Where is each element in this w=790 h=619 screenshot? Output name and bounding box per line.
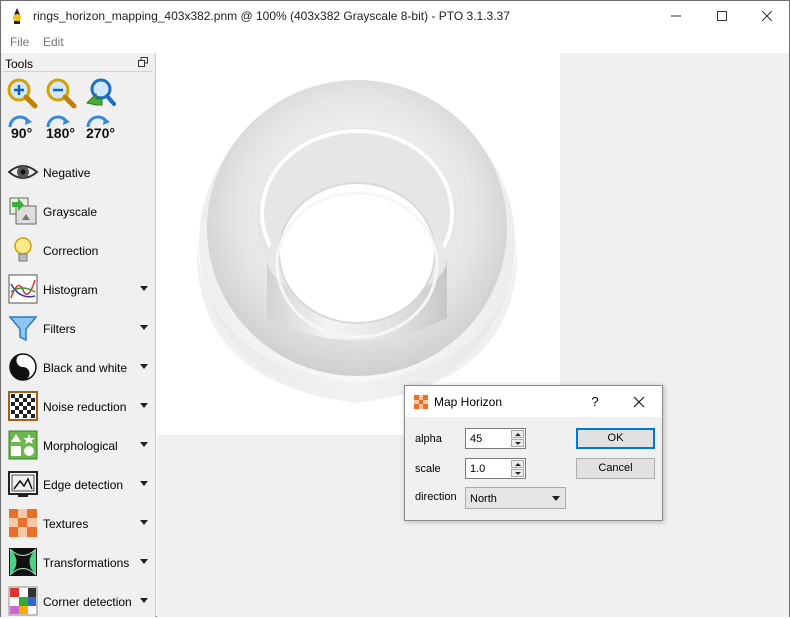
direction-value: North	[470, 493, 497, 505]
alpha-decrement-button[interactable]	[511, 439, 524, 447]
tool-label: Histogram	[43, 283, 98, 297]
cancel-button[interactable]: Cancel	[576, 458, 655, 479]
rotate-90-label: 90°	[11, 125, 33, 141]
app-icon	[13, 8, 21, 24]
scale-spin-buttons	[511, 460, 524, 477]
tool-negative[interactable]: Negative	[6, 156, 154, 190]
ok-button[interactable]: OK	[576, 428, 655, 449]
tool-label: Correction	[43, 244, 99, 258]
tool-black-and-white[interactable]: Black and white	[6, 351, 154, 385]
rings-image	[157, 53, 560, 435]
shapes-icon	[8, 430, 38, 460]
rotate-90-icon[interactable]: 90°	[6, 115, 38, 147]
scale-spinbox[interactable]: 1.0	[465, 458, 526, 479]
alpha-increment-button[interactable]	[511, 430, 524, 438]
dialog-title: Map Horizon	[434, 395, 503, 409]
tool-label: Filters	[43, 322, 76, 336]
map-horizon-dialog: Map Horizon ? alpha 45 scale 1.0 directi…	[404, 385, 663, 521]
tool-label: Grayscale	[43, 205, 98, 219]
tool-transformations[interactable]: Transformations	[6, 546, 154, 580]
zoom-fit-icon[interactable]	[84, 77, 116, 109]
tool-label: Morphological	[43, 439, 118, 453]
histogram-icon	[8, 274, 38, 304]
rotate-180-icon[interactable]: 180°	[44, 115, 78, 147]
funnel-icon	[8, 316, 38, 342]
tools-panel: Tools 90° 180° 270° Negative Grayscale C…	[1, 53, 156, 617]
expand-arrow-icon[interactable]	[140, 559, 148, 564]
window-title: rings_horizon_mapping_403x382.pnm @ 100%…	[33, 9, 510, 23]
transform-icon	[9, 548, 37, 576]
lightbulb-icon	[14, 237, 32, 262]
alpha-spinbox[interactable]: 45	[465, 428, 526, 449]
minimize-icon	[671, 15, 681, 17]
tool-label: Negative	[43, 166, 91, 180]
help-button[interactable]: ?	[585, 392, 605, 412]
expand-arrow-icon[interactable]	[140, 442, 148, 447]
image-view[interactable]	[157, 53, 560, 435]
tool-morphological[interactable]: Morphological	[6, 429, 154, 463]
yin-yang-icon	[9, 353, 37, 381]
tool-textures[interactable]: Textures	[6, 507, 154, 541]
app-window: rings_horizon_mapping_403x382.pnm @ 100%…	[0, 0, 790, 617]
title-bar: rings_horizon_mapping_403x382.pnm @ 100%…	[1, 1, 789, 31]
dialog-titlebar: Map Horizon ?	[405, 386, 662, 417]
rotate-270-label: 270°	[86, 125, 115, 141]
zoom-out-icon[interactable]	[45, 77, 77, 109]
direction-label: direction	[415, 491, 457, 503]
scale-label: scale	[415, 463, 441, 475]
menu-edit[interactable]: Edit	[43, 35, 64, 49]
tool-label: Textures	[43, 517, 89, 531]
zoom-in-icon[interactable]	[6, 77, 38, 109]
minimize-button[interactable]	[653, 1, 699, 31]
expand-arrow-icon[interactable]	[140, 364, 148, 369]
expand-arrow-icon[interactable]	[140, 325, 148, 330]
rotate-270-icon[interactable]: 270°	[84, 115, 118, 147]
tool-label: Edge detection	[43, 478, 124, 492]
tools-panel-title: Tools	[5, 57, 34, 71]
tools-header-divider	[3, 71, 153, 72]
float-panel-icon[interactable]	[138, 57, 148, 67]
tool-label: Transformations	[43, 556, 130, 570]
scale-decrement-button[interactable]	[511, 469, 524, 477]
grayscale-icon	[9, 197, 37, 225]
maximize-button[interactable]	[699, 1, 745, 31]
scale-value: 1.0	[470, 463, 486, 475]
tool-label: Corner detection	[43, 595, 132, 609]
tool-corner-detection[interactable]: Corner detection	[6, 585, 154, 619]
maximize-icon	[717, 11, 727, 21]
checkerboard-icon	[8, 391, 38, 421]
tool-label: Noise reduction	[43, 400, 127, 414]
alpha-spin-buttons	[511, 430, 524, 447]
scale-increment-button[interactable]	[511, 460, 524, 468]
eye-icon	[8, 165, 38, 179]
textures-icon	[9, 509, 37, 537]
alpha-label: alpha	[415, 433, 442, 445]
close-icon	[762, 11, 772, 21]
dialog-close-icon[interactable]	[629, 392, 649, 412]
tool-grayscale[interactable]: Grayscale	[6, 195, 154, 229]
alpha-value: 45	[470, 433, 483, 445]
rotate-180-label: 180°	[46, 125, 75, 141]
tool-label: Black and white	[43, 361, 128, 375]
expand-arrow-icon[interactable]	[140, 403, 148, 408]
expand-arrow-icon[interactable]	[140, 520, 148, 525]
direction-select[interactable]: North	[465, 487, 566, 509]
tool-histogram[interactable]: Histogram	[6, 273, 154, 307]
dialog-app-icon	[414, 395, 428, 409]
menu-file[interactable]: File	[10, 35, 29, 49]
menu-bar: File Edit	[1, 31, 789, 53]
expand-arrow-icon[interactable]	[140, 598, 148, 603]
edge-icon	[8, 471, 38, 497]
tool-correction[interactable]: Correction	[6, 234, 154, 268]
expand-arrow-icon[interactable]	[140, 286, 148, 291]
tool-filters[interactable]: Filters	[6, 312, 154, 346]
tool-noise-reduction[interactable]: Noise reduction	[6, 390, 154, 424]
tool-edge-detection[interactable]: Edge detection	[6, 468, 154, 502]
chevron-down-icon	[552, 496, 560, 501]
corner-icon	[8, 586, 38, 616]
expand-arrow-icon[interactable]	[140, 481, 148, 486]
close-button[interactable]	[744, 1, 790, 31]
